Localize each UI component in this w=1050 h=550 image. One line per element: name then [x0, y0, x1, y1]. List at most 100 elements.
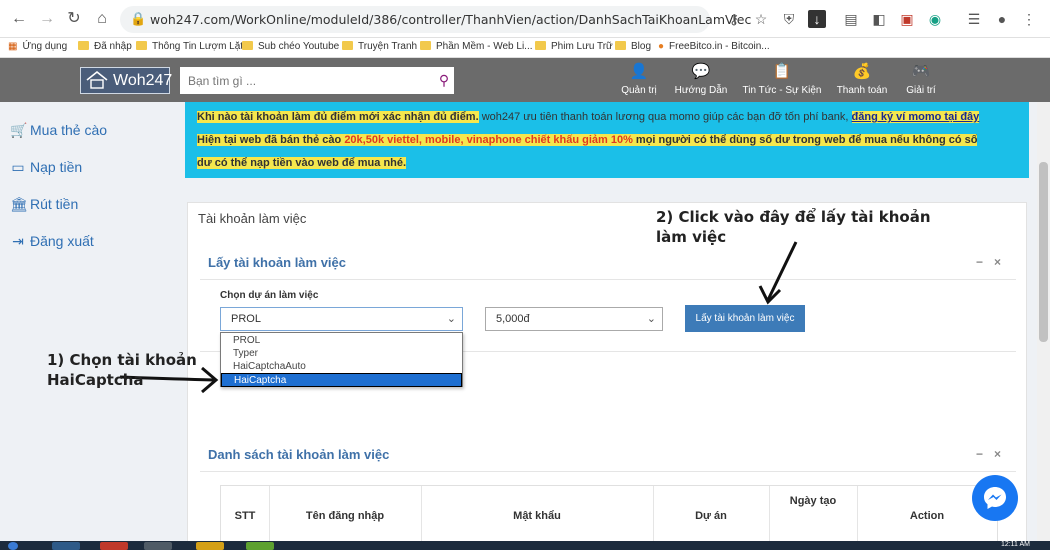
notice-promo: 20k,50k viettel, mobile, vinaphone chiết… [344, 134, 633, 146]
dropdown-option[interactable]: Typer [221, 347, 462, 360]
account-list-title: Danh sách tài khoản làm việc [208, 447, 390, 462]
bitcoin-icon: ● [658, 41, 665, 52]
bookmark-item[interactable]: Blog [615, 41, 651, 52]
annotation-step1: 1) Chọn tài khoản HaiCaptcha [47, 351, 197, 389]
sidebar-item-withdraw[interactable]: 🏛 Rút tiền [10, 196, 78, 213]
collapse-icon[interactable]: − [976, 447, 983, 461]
house-icon [86, 70, 108, 89]
start-icon[interactable] [8, 542, 18, 550]
chevron-down-icon: ⌄ [646, 313, 656, 325]
project-select[interactable]: PROL ⌄ [220, 307, 463, 331]
nav-news[interactable]: 📋 Tin Tức - Sự Kiện [737, 62, 827, 96]
clock: 12:11 AM [1000, 541, 1030, 548]
cart-icon: 🛒 [10, 122, 28, 138]
close-icon[interactable]: × [994, 447, 1001, 461]
user-icon: 👤 [629, 63, 649, 80]
key-icon[interactable]: ⚷ [725, 10, 743, 28]
download-icon[interactable]: ↓ [808, 10, 826, 28]
bookmark-item[interactable]: Phim Lưu Trữ [535, 41, 613, 52]
address-bar[interactable]: 🔒 woh247.com/WorkOnline/moduleId/386/con… [120, 6, 751, 33]
close-icon[interactable]: × [994, 255, 1001, 269]
extension-icon[interactable]: ▤ [842, 10, 860, 28]
site-logo[interactable]: Woh247 [80, 67, 172, 94]
table-header-stt: STT [234, 510, 256, 522]
folder-icon [420, 41, 431, 50]
bookmark-item[interactable]: ● FreeBitco.in - Bitcoin... [658, 41, 770, 52]
nav-entertainment[interactable]: 🎮 Giải trí [886, 62, 956, 96]
url-text: woh247.com/WorkOnline/moduleId/386/contr… [150, 12, 752, 27]
get-account-button[interactable]: Lấy tài khoản làm việc [685, 305, 805, 332]
os-taskbar: 12:11 AM [0, 541, 1050, 550]
extension-icon[interactable]: ▣ [898, 10, 916, 28]
forward-icon[interactable]: → [38, 10, 56, 28]
bookmark-item[interactable]: Truyện Tranh [342, 41, 417, 52]
notice-text: Hiện tại web đã bán thẻ cào [197, 134, 345, 146]
star-icon[interactable]: ☆ [752, 10, 770, 28]
chat-icon: 💬 [691, 63, 711, 80]
table-header-created: Ngày tạo [789, 495, 837, 507]
divider [200, 471, 1016, 472]
reload-icon[interactable]: ↻ [65, 10, 83, 28]
messenger-chat-button[interactable] [972, 475, 1018, 521]
site-header: Woh247 ⚲ 👤Quản trị 💬Hướng Dẫn 📋Tin Tức -… [0, 58, 1050, 102]
notice-text: dư có thể nạp tiền vào web để mua nhé. [197, 157, 407, 169]
nav-guide[interactable]: 💬 Hướng Dẫn [666, 62, 736, 96]
get-account-title: Lấy tài khoản làm việc [208, 255, 347, 270]
taskbar-app[interactable] [144, 542, 172, 550]
dropdown-option-selected[interactable]: HaiCaptcha [221, 373, 462, 387]
sidebar: 🛒 Mua thẻ cào ▭ Nạp tiền 🏛 Rút tiền ⇥ Đăng x… [0, 102, 180, 550]
taskbar-app[interactable] [52, 542, 80, 550]
work-account-panel: Tài khoản làm việc Lấy tài khoản làm việ… [187, 202, 1027, 550]
browser-toolbar: ← → ↻ ⌂ 🔒 woh247.com/WorkOnline/moduleId… [0, 0, 1050, 38]
taskbar-app[interactable] [196, 542, 224, 550]
shield-icon[interactable]: ⛨ [780, 10, 798, 28]
sidebar-item-buy-card[interactable]: 🛒 Mua thẻ cào [10, 122, 107, 139]
folder-icon [342, 41, 353, 50]
collapse-icon[interactable]: − [976, 255, 983, 269]
search-input[interactable] [180, 67, 434, 94]
annotation-step2: 2) Click vào đây để lấy tài khoản làm vi… [656, 208, 931, 246]
home-icon[interactable]: ⌂ [93, 10, 111, 28]
folder-icon [78, 41, 89, 50]
table-header-project: Dự án [695, 510, 727, 522]
sidebar-item-deposit[interactable]: ▭ Nạp tiền [10, 159, 82, 176]
bank-icon: 🏛 [10, 196, 28, 212]
bookmarks-bar: ▦ Ứng dụng Đã nhập Thông Tin Lượm Lặt Sub… [0, 38, 1050, 58]
notice-banner: Khi nào tài khoản làm đủ điểm mới xác nh… [185, 102, 1029, 178]
notice-text: woh247 ưu tiên thanh toán lương qua momo… [478, 111, 849, 123]
bookmark-item[interactable]: Thông Tin Lượm Lặt [136, 41, 243, 52]
back-icon[interactable]: ← [10, 10, 28, 28]
menu-icon[interactable]: ⋮ [1020, 10, 1038, 28]
scroll-thumb[interactable] [1039, 162, 1048, 342]
amount-select[interactable]: 5,000đ ⌄ [485, 307, 663, 331]
notice-highlight: Khi nào tài khoản làm đủ điểm mới xác nh… [197, 111, 479, 123]
dropdown-option[interactable]: PROL [221, 334, 462, 347]
momo-register-link[interactable]: đăng ký ví momo tại đây [851, 111, 980, 123]
messenger-icon [984, 487, 1006, 509]
news-icon: 📋 [772, 63, 792, 80]
lock-icon: 🔒 [130, 11, 147, 26]
taskbar-app[interactable] [246, 542, 274, 550]
bookmark-item[interactable]: Phần Mềm - Web Li... [420, 41, 533, 52]
dropdown-option[interactable]: HaiCaptchaAuto [221, 360, 462, 373]
panel-title: Tài khoản làm việc [198, 211, 307, 226]
extension-icon[interactable]: ◧ [870, 10, 888, 28]
search-icon[interactable]: ⚲ [434, 67, 454, 94]
nav-admin[interactable]: 👤 Quản trị [604, 62, 674, 96]
sidebar-item-logout[interactable]: ⇥ Đăng xuất [10, 233, 94, 250]
bookmark-item[interactable]: Sub chéo Youtube [242, 41, 339, 52]
chevron-down-icon: ⌄ [446, 313, 456, 325]
table-header-username: Tên đăng nhập [305, 510, 385, 522]
game-icon: 🎮 [911, 63, 931, 80]
folder-icon [136, 41, 147, 50]
page-scrollbar[interactable] [1037, 102, 1050, 541]
table-header-password: Mật khẩu [513, 510, 561, 522]
reading-list-icon[interactable]: ☰ [965, 10, 983, 28]
bookmark-item[interactable]: Đã nhập [78, 41, 132, 52]
extension-icon[interactable]: ◉ [926, 10, 944, 28]
folder-icon [535, 41, 546, 50]
bookmark-apps[interactable]: ▦ Ứng dụng [8, 41, 67, 52]
profile-icon[interactable]: ● [993, 10, 1011, 28]
taskbar-app[interactable] [100, 542, 128, 550]
folder-icon [615, 41, 626, 50]
